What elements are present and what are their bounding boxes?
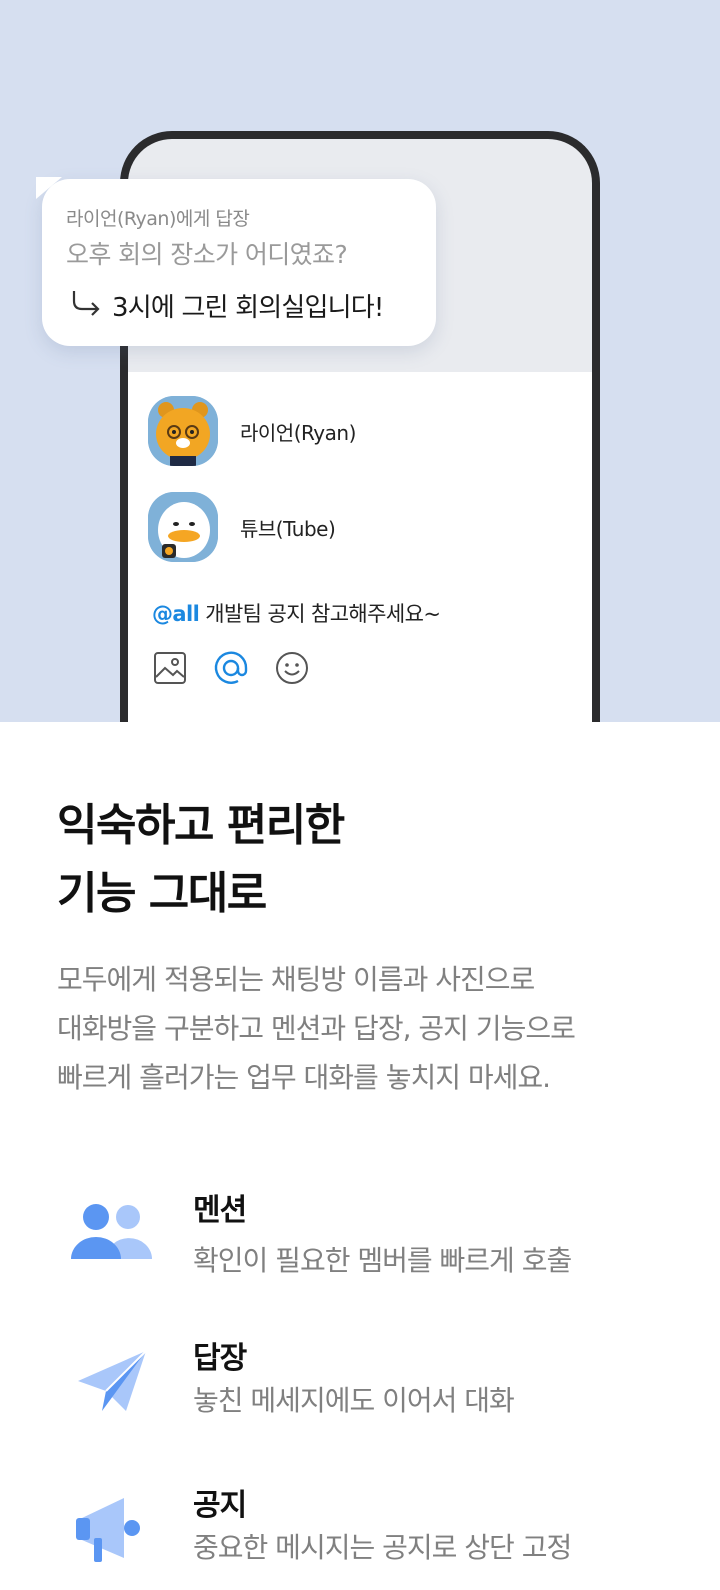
page-headline: 익숙하고 편리한 기능 그대로: [57, 792, 345, 928]
tube-avatar: [148, 492, 218, 562]
description-line: 모두에게 적용되는 채팅방 이름과 사진으로: [57, 963, 535, 996]
feature-mention: 멘션 확인이 필요한 멤버를 빠르게 호출: [0, 1185, 720, 1295]
quoted-message: 오후 회의 장소가 어디였죠?: [66, 240, 348, 269]
chat-message: @all 개발팀 공지 참고해주세요~: [152, 598, 441, 628]
feature-desc: 중요한 메시지는 공지로 상단 고정: [193, 1531, 572, 1564]
mention-icon[interactable]: [213, 650, 249, 686]
feature-title: 공지: [193, 1488, 247, 1523]
people-icon: [68, 1195, 158, 1285]
ryan-avatar: [148, 396, 218, 466]
reply-arrow-icon: [70, 289, 102, 323]
reply-message: 3시에 그린 회의실입니다!: [112, 293, 384, 323]
headline-line: 기능 그대로: [57, 868, 267, 919]
description-line: 빠르게 흘러가는 업무 대화를 놓치지 마세요.: [57, 1061, 551, 1094]
reply-row: 3시에 그린 회의실입니다!: [70, 287, 384, 324]
hero-section: 라이언(Ryan) 튜브(Tube) @all 개발팀 공지 참고해주세요~ 라…: [0, 0, 720, 722]
member-item-tube[interactable]: 튜브(Tube): [148, 492, 336, 562]
composer-toolbar: [152, 650, 335, 686]
member-item-ryan[interactable]: 라이언(Ryan): [148, 396, 356, 466]
page-description: 모두에게 적용되는 채팅방 이름과 사진으로 대화방을 구분하고 멘션과 답장,…: [57, 955, 697, 1102]
message-text: 개발팀 공지 참고해주세요~: [199, 602, 441, 626]
feature-title: 멘션: [193, 1193, 247, 1228]
mention-all-tag[interactable]: @all: [152, 602, 200, 626]
reply-bubble: 라이언(Ryan)에게 답장 오후 회의 장소가 어디였죠? 3시에 그린 회의…: [36, 177, 436, 346]
chat-member-panel: 라이언(Ryan) 튜브(Tube) @all 개발팀 공지 참고해주세요~: [128, 372, 592, 722]
feature-reply: 답장 놓친 메세지에도 이어서 대화: [0, 1333, 720, 1443]
emoji-icon[interactable]: [274, 650, 310, 686]
feature-title: 답장: [193, 1341, 247, 1376]
description-line: 대화방을 구분하고 멘션과 답장, 공지 기능으로: [57, 1012, 576, 1045]
feature-desc: 확인이 필요한 멤버를 빠르게 호출: [193, 1244, 572, 1277]
headline-line: 익숙하고 편리한: [57, 800, 345, 851]
member-name-label: 튜브(Tube): [240, 516, 336, 541]
megaphone-icon: [68, 1494, 158, 1584]
paper-plane-icon: [68, 1347, 158, 1437]
image-icon[interactable]: [152, 650, 188, 686]
feature-notice: 공지 중요한 메시지는 공지로 상단 고정: [0, 1480, 720, 1590]
feature-desc: 놓친 메세지에도 이어서 대화: [193, 1384, 515, 1417]
reply-to-label: 라이언(Ryan)에게 답장: [66, 208, 250, 230]
bubble-tail: [36, 177, 62, 199]
member-name-label: 라이언(Ryan): [240, 420, 356, 445]
